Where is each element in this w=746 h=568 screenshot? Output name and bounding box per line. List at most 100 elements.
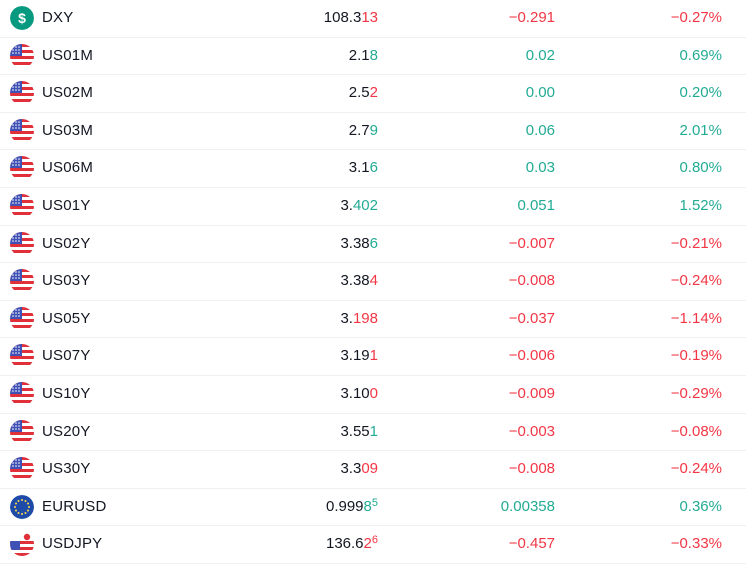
us-flag-icon [10,43,34,68]
last-price: 3.386 [340,235,378,252]
change-percent: 0.36% [679,497,722,515]
us-flag-icon [10,231,34,256]
last-price-main: 3.3 [340,460,362,478]
change-percent: −0.24% [670,460,722,478]
last-price: 3.384 [340,272,378,289]
change-value: −0.008 [508,272,555,290]
last-price-main: 2.7 [348,121,370,139]
symbol-label[interactable]: US03Y [42,272,91,289]
last-price-tick: 1 [369,422,378,440]
change-value: −0.008 [508,460,555,478]
last-price-main: 108.3 [323,9,362,26]
last-price: 3.309 [340,460,378,477]
last-price-main: 3. [340,196,353,214]
change-percent: 0.80% [679,159,722,177]
us-flag-icon [10,344,34,369]
us-flag-icon [10,81,34,106]
change-value: −0.457 [508,535,555,553]
change-value: 0.03 [525,159,555,177]
change-percent: −0.33% [670,535,722,553]
us-flag-icon [10,306,34,331]
last-price-main: 2.1 [348,46,370,64]
last-price-main: 3.38 [340,234,370,252]
watchlist-row-us05y[interactable]: US05Y 3.198 −0.037 −1.14% [0,301,746,339]
last-price: 108.313 [324,9,378,26]
last-price-tick: 0 [369,384,378,402]
us-flag-icon [10,269,34,294]
last-price-tick: 402 [352,196,378,214]
symbol-label[interactable]: US06M [42,159,93,176]
us-flag-icon [10,381,34,406]
watchlist-row-dxy[interactable]: $ DXY 108.313 −0.291 −0.27% [0,0,746,38]
watchlist-row-us02m[interactable]: US02M 2.52 0.00 0.20% [0,75,746,113]
change-value: −0.009 [508,384,555,402]
change-percent: −0.27% [670,9,722,26]
watchlist-row-us06m[interactable]: US06M 3.16 0.03 0.80% [0,150,746,188]
watchlist-row-us03m[interactable]: US03M 2.79 0.06 2.01% [0,113,746,151]
last-price: 3.402 [340,197,378,214]
watchlist-row-us01m[interactable]: US01M 2.18 0.02 0.69% [0,38,746,76]
symbol-label[interactable]: US07Y [42,347,91,364]
change-value: −0.006 [508,347,555,365]
watchlist-row-us30y[interactable]: US30Y 3.309 −0.008 −0.24% [0,451,746,489]
change-percent: −0.24% [670,272,722,290]
last-price: 3.191 [340,347,378,364]
change-value: 0.051 [517,196,555,214]
last-price: 0.99985 [325,496,378,515]
symbol-label[interactable]: US03M [42,122,93,139]
watchlist-row-us07y[interactable]: US07Y 3.191 −0.006 −0.19% [0,338,746,376]
change-value: 0.00358 [500,497,555,515]
us-flag-icon [10,457,34,482]
last-price-main: 0.999 [325,497,364,515]
symbol-label[interactable]: DXY [42,9,73,26]
watchlist-row-us20y[interactable]: US20Y 3.551 −0.003 −0.08% [0,414,746,452]
watchlist-row-eurusd[interactable]: EURUSD 0.99985 0.00358 0.36% [0,489,746,527]
change-value: 0.00 [525,84,555,102]
watchlist-row-us03y[interactable]: US03Y 3.384 −0.008 −0.24% [0,263,746,301]
last-price-tick: 4 [369,272,378,290]
change-value: 0.02 [525,46,555,64]
symbol-label[interactable]: USDJPY [42,535,102,552]
last-price: 2.52 [349,84,378,101]
last-price-tick: 09 [361,460,378,478]
last-price-main: 3. [340,309,353,327]
last-price-main: 3.1 [348,159,370,177]
symbol-label[interactable]: US20Y [42,423,91,440]
change-percent: −0.19% [670,347,722,365]
watchlist-row-us10y[interactable]: US10Y 3.100 −0.009 −0.29% [0,376,746,414]
last-price-pip: 5 [371,496,378,509]
change-percent: 0.20% [679,84,722,102]
last-price-main: 3.10 [340,384,370,402]
change-value: −0.037 [508,309,555,327]
last-price-tick: 8 [363,497,372,515]
eu-flag-icon [10,494,34,519]
watchlist-row-usdjpy[interactable]: USDJPY 136.626 −0.457 −0.33% [0,526,746,564]
last-price-main: 136.6 [325,535,364,553]
symbol-label[interactable]: US05Y [42,310,91,327]
symbol-label[interactable]: US30Y [42,460,91,477]
change-percent: 0.69% [679,46,722,64]
last-price: 3.100 [340,385,378,402]
watchlist-row-us01y[interactable]: US01Y 3.402 0.051 1.52% [0,188,746,226]
dollar-circle-icon: $ [10,6,34,30]
us-flag-icon [10,419,34,444]
symbol-label[interactable]: US02M [42,84,93,101]
last-price-tick: 198 [352,309,378,327]
last-price: 2.79 [349,122,378,139]
symbol-label[interactable]: EURUSD [42,498,107,515]
watchlist-table: $ DXY 108.313 −0.291 −0.27% US01M 2.18 0.02 0.69… [0,0,746,564]
us-flag-icon [10,156,34,181]
symbol-label[interactable]: US02Y [42,235,91,252]
symbol-label[interactable]: US10Y [42,385,91,402]
change-percent: −1.14% [670,309,722,327]
symbol-label[interactable]: US01Y [42,197,91,214]
last-price: 3.198 [340,310,378,327]
last-price-main: 2.5 [348,84,370,102]
last-price-tick: 1 [369,347,378,365]
watchlist-row-us02y[interactable]: US02Y 3.386 −0.007 −0.21% [0,226,746,264]
last-price: 136.626 [325,534,378,553]
symbol-label[interactable]: US01M [42,47,93,64]
change-percent: −0.08% [670,422,722,440]
change-value: 0.06 [525,121,555,139]
change-percent: 1.52% [679,196,722,214]
